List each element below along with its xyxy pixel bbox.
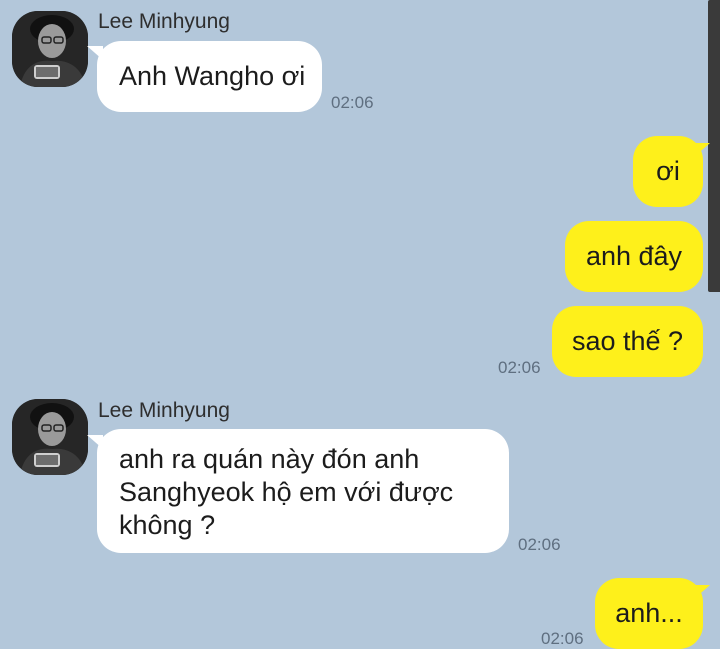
outgoing-message-bubble[interactable]: ơi xyxy=(633,136,703,207)
outgoing-message-bubble[interactable]: anh... xyxy=(595,578,703,649)
message-timestamp: 02:06 xyxy=(541,629,584,648)
message-text: Anh Wangho ơi xyxy=(119,61,306,91)
message-text: anh đây xyxy=(585,241,683,271)
sender-name: Lee Minhyung xyxy=(98,10,230,33)
incoming-message-bubble[interactable]: anh ra quán này đón anh Sanghyeok hộ em … xyxy=(97,429,509,553)
sender-name: Lee Minhyung xyxy=(98,399,230,422)
message-text: ơi xyxy=(656,156,680,186)
outgoing-message-bubble[interactable]: anh đây xyxy=(565,221,703,292)
message-timestamp: 02:06 xyxy=(518,535,561,554)
message-timestamp: 02:06 xyxy=(498,358,541,377)
message-line: Sanghyeok hộ em với được xyxy=(119,477,454,507)
message-timestamp: 02:06 xyxy=(331,93,374,112)
message-text: anh... xyxy=(615,598,683,628)
incoming-message-bubble[interactable]: Anh Wangho ơi xyxy=(97,41,322,112)
avatar[interactable] xyxy=(12,399,88,475)
avatar[interactable] xyxy=(12,11,88,87)
message-line: anh ra quán này đón anh xyxy=(119,444,420,474)
message-text: sao thế ? xyxy=(571,326,684,356)
outgoing-message-bubble[interactable]: sao thế ? xyxy=(552,306,703,377)
message-line: không ? xyxy=(119,510,216,540)
